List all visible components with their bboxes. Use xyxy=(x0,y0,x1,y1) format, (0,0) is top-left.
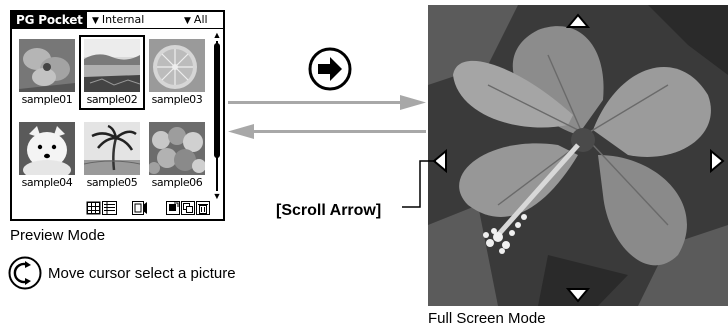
scroll-right-arrow[interactable] xyxy=(709,149,725,173)
scroll-down-arrow[interactable] xyxy=(566,287,590,303)
full-screen-caption: Full Screen Mode xyxy=(428,310,546,327)
dog-image xyxy=(19,122,75,175)
flow-arrows xyxy=(228,95,426,139)
slideshow-icon[interactable] xyxy=(132,201,148,215)
dropdown-triangle-icon: ▼ xyxy=(92,16,99,26)
thumbnail-label: sample06 xyxy=(151,176,203,189)
thumbnail-view-icon[interactable] xyxy=(86,201,101,215)
thumbnail-label: sample01 xyxy=(21,93,73,106)
app-title: PG Pocket xyxy=(12,12,87,28)
duplicate-icon[interactable] xyxy=(181,201,195,215)
scroll-up-icon[interactable]: ▲ xyxy=(212,31,222,40)
full-screen-view[interactable] xyxy=(428,5,728,306)
thumbnail-sample06[interactable]: sample06 xyxy=(146,120,208,191)
flower-image xyxy=(19,39,75,92)
filter-dropdown-label: All xyxy=(193,13,208,26)
lake-image xyxy=(84,39,140,92)
thumbnail-label: sample03 xyxy=(151,93,203,106)
scroll-down-icon[interactable]: ▼ xyxy=(212,192,222,201)
palm-tree-image xyxy=(84,122,140,175)
preview-window: PG Pocket ▼ Internal ▼ All sample01 samp… xyxy=(10,10,225,221)
orange-slice-image xyxy=(149,39,205,92)
thumbnail-sample05[interactable]: sample05 xyxy=(81,120,143,191)
go-arrow-icon[interactable] xyxy=(308,47,352,91)
divider xyxy=(12,28,223,29)
thumbnail-label: sample02 xyxy=(86,93,138,106)
scroll-arrow-leader-line xyxy=(402,160,436,208)
rotate-cursor-icon xyxy=(8,256,42,290)
filter-dropdown[interactable]: ▼ All xyxy=(184,12,224,28)
trash-icon[interactable] xyxy=(196,201,210,215)
thumbnail-sample01[interactable]: sample01 xyxy=(16,37,78,108)
preview-mode-caption: Preview Mode xyxy=(10,227,106,244)
thumbnail-label: sample04 xyxy=(21,176,73,189)
dropdown-triangle-icon: ▼ xyxy=(184,16,191,26)
thumbnail-sample02[interactable]: sample02 xyxy=(79,35,145,110)
scroll-thumb[interactable] xyxy=(214,43,220,158)
vertical-scrollbar[interactable]: ▲ ▼ xyxy=(212,31,222,201)
title-bar: PG Pocket ▼ Internal ▼ All xyxy=(12,12,223,28)
fruit-image xyxy=(149,122,205,175)
hibiscus-photo xyxy=(428,5,728,306)
copy-icon[interactable] xyxy=(166,201,180,215)
list-view-icon[interactable] xyxy=(102,201,117,215)
thumbnail-label: sample05 xyxy=(86,176,138,189)
storage-dropdown-label: Internal xyxy=(101,13,145,26)
thumbnail-sample03[interactable]: sample03 xyxy=(146,37,208,108)
storage-dropdown[interactable]: ▼ Internal xyxy=(92,12,187,28)
scroll-arrow-label: [Scroll Arrow] xyxy=(276,202,382,219)
scroll-up-arrow[interactable] xyxy=(566,13,590,29)
cursor-hint-text: Move cursor select a picture xyxy=(48,265,236,282)
thumbnail-sample04[interactable]: sample04 xyxy=(16,120,78,191)
